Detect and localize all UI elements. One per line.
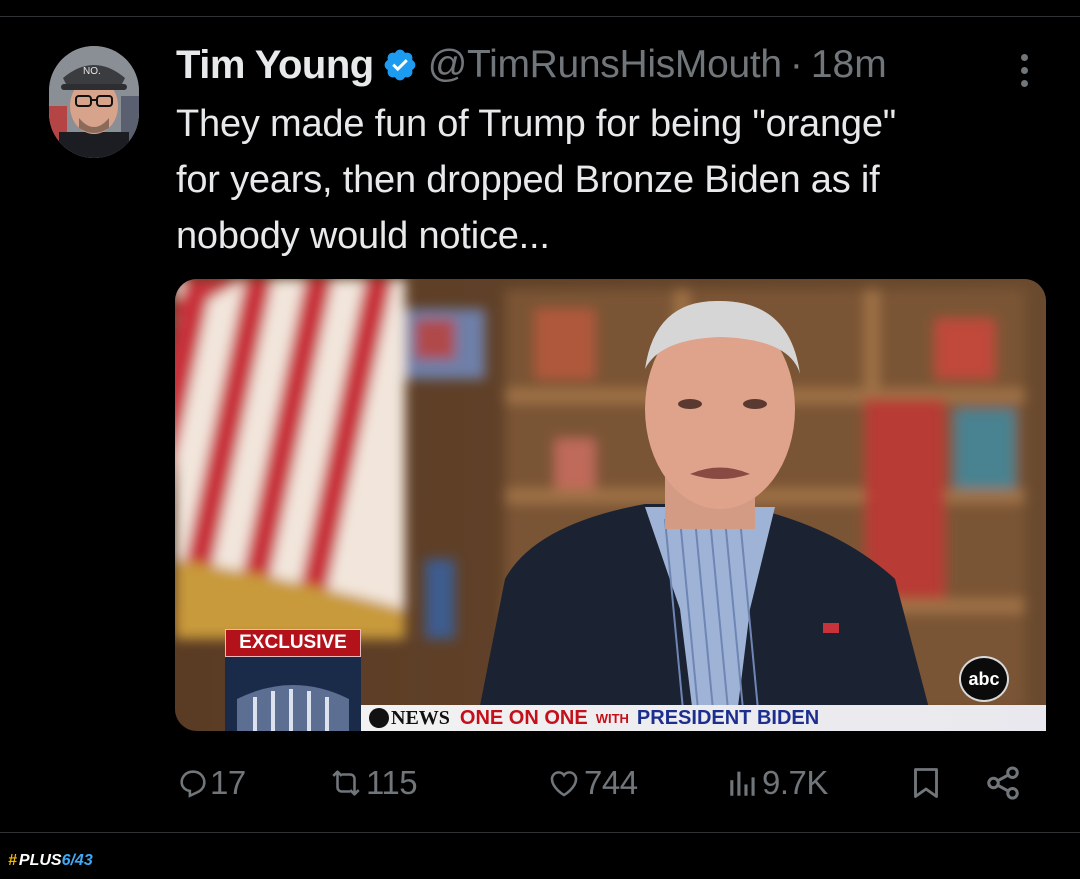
views-chart-icon bbox=[730, 771, 755, 796]
repost-icon bbox=[332, 770, 360, 796]
share-icon bbox=[987, 766, 1019, 800]
bookmark-button[interactable] bbox=[908, 760, 944, 806]
view-count: 9.7K bbox=[762, 764, 828, 801]
lower-third-president: PRESIDENT BIDEN bbox=[636, 706, 820, 729]
avatar[interactable]: NO. bbox=[49, 46, 139, 158]
tweet-text-line: for years, then dropped Bronze Biden as … bbox=[176, 159, 880, 201]
reply-button[interactable]: 17 bbox=[176, 760, 246, 806]
abc-news-logo-icon bbox=[369, 708, 389, 728]
tweet-text-line: They made fun of Trump for being "orange… bbox=[176, 103, 897, 145]
more-vertical-icon[interactable] bbox=[1004, 50, 1044, 90]
watermark-hash: # bbox=[8, 852, 17, 869]
timestamp[interactable]: 18m bbox=[811, 43, 887, 87]
avatar-cap-text: NO. bbox=[83, 66, 101, 77]
tweet-text: They made fun of Trump for being "orange… bbox=[176, 96, 1036, 264]
abc-logo: abc bbox=[959, 656, 1009, 702]
tweet-text-line: nobody would notice... bbox=[176, 215, 550, 257]
reply-count: 17 bbox=[210, 764, 246, 801]
views-button[interactable]: 9.7K bbox=[724, 760, 828, 806]
heart-icon bbox=[550, 771, 578, 797]
lower-third-news: NEWS bbox=[391, 706, 450, 729]
lower-third-with: WITH bbox=[595, 710, 629, 726]
repost-button[interactable]: 115 bbox=[326, 760, 418, 806]
top-divider bbox=[0, 16, 1080, 17]
watermark-logo: # PLUS 6/43 bbox=[8, 846, 93, 876]
like-button[interactable]: 744 bbox=[544, 760, 638, 806]
header-separator: · bbox=[789, 43, 803, 86]
watermark-text: PLUS bbox=[18, 852, 62, 869]
repost-count: 115 bbox=[366, 764, 418, 801]
share-button[interactable] bbox=[984, 760, 1022, 806]
reply-icon bbox=[180, 770, 206, 798]
tweet-action-bar: 17 115 744 9.7K bbox=[176, 760, 1036, 806]
display-name[interactable]: Tim Young bbox=[176, 43, 374, 88]
like-count: 744 bbox=[584, 764, 638, 801]
bookmark-icon bbox=[914, 768, 938, 798]
tweet-media-video[interactable] bbox=[175, 279, 1046, 731]
watermark-num: 6/43 bbox=[61, 852, 93, 869]
handle[interactable]: @TimRunsHisMouth bbox=[428, 43, 782, 87]
lower-third-one-on-one: ONE ON ONE bbox=[459, 706, 588, 729]
verified-badge-icon[interactable] bbox=[382, 47, 418, 83]
exclusive-tag: EXCLUSIVE bbox=[225, 629, 361, 657]
news-lower-third: NEWS ONE ON ONE WITH PRESIDENT BIDEN bbox=[361, 705, 1046, 731]
bottom-divider bbox=[0, 832, 1080, 833]
tweet-header: Tim Young @TimRunsHisMouth · 18m bbox=[176, 40, 976, 90]
video-still bbox=[175, 279, 1046, 731]
